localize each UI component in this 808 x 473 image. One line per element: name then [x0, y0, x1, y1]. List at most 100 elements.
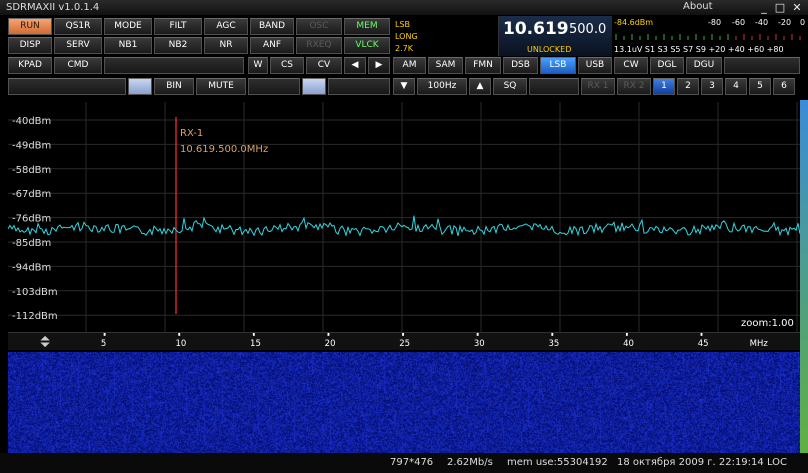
mode-dgu[interactable]: DGU	[686, 57, 722, 74]
rx1-button[interactable]: RX 1	[581, 78, 615, 95]
run-button[interactable]: RUN	[8, 18, 52, 35]
frequency-display[interactable]: 10.619 500.0 UNLOCKED	[498, 16, 612, 56]
nb1-button[interactable]: NB1	[104, 37, 152, 54]
freq-tick-label: 40	[623, 339, 634, 349]
maximize-icon[interactable]: □	[773, 0, 787, 15]
minimize-icon[interactable]: _	[757, 0, 771, 15]
freq-tick-label: 20	[325, 339, 336, 349]
rx-slot-4[interactable]: 4	[725, 78, 747, 95]
rx-slot-5[interactable]: 5	[749, 78, 771, 95]
marker-freq: 10.619.500.0MHz	[180, 144, 268, 155]
cs-button[interactable]: CS	[270, 57, 304, 74]
step-down-icon[interactable]: ▼	[393, 78, 415, 95]
agc-button[interactable]: AGC	[204, 18, 248, 35]
row4-blank3	[328, 78, 390, 95]
row4-blank4	[529, 78, 579, 95]
info-mode: LSB	[395, 20, 411, 29]
freq-tick-mark	[700, 333, 703, 336]
status-datetime: 18 октября 2009 г. 22:19:14 LOC	[617, 457, 788, 468]
mode-fmn[interactable]: FMN	[465, 57, 501, 74]
mode-sam[interactable]: SAM	[428, 57, 463, 74]
bin-button[interactable]: BIN	[154, 78, 194, 95]
smeter-tick: -20	[778, 18, 792, 27]
cmd-button[interactable]: CMD	[54, 57, 102, 74]
dbm-label: -40dBm	[12, 116, 51, 127]
freq-tick-mark	[402, 333, 404, 336]
serv-button[interactable]: SERV	[54, 37, 102, 54]
scroll-down-icon[interactable]	[40, 342, 50, 348]
step-size[interactable]: 100Hz	[417, 78, 467, 95]
nr-button[interactable]: NR	[204, 37, 248, 54]
signal-dbm: -84.6dBm	[614, 18, 654, 27]
mem-button[interactable]: MEM	[344, 18, 390, 35]
blank-slot	[104, 57, 244, 74]
status-bar: 797*476 2.62Mb/s mem use:55304192 18 окт…	[0, 453, 808, 473]
rx2-button[interactable]: RX 2	[617, 78, 651, 95]
status-rate: 2.62Mb/s	[447, 457, 493, 468]
mode-am[interactable]: AM	[393, 57, 426, 74]
freq-tick-mark	[327, 333, 330, 336]
rxeq-button[interactable]: RXEQ	[296, 37, 342, 54]
rx-slot-2[interactable]: 2	[677, 78, 699, 95]
mode-usb[interactable]: USB	[578, 57, 612, 74]
freq-tick-label: 15	[250, 339, 261, 349]
window-title: SDRMAXII v1.0.1.4	[6, 2, 100, 13]
next-icon[interactable]: ▶	[368, 57, 390, 74]
smeter-tick: -80	[708, 18, 722, 27]
qs1r-button[interactable]: QS1R	[54, 18, 102, 35]
filt-button[interactable]: FILT	[154, 18, 202, 35]
freq-tick-mark	[625, 333, 628, 336]
kpad-button[interactable]: KPAD	[8, 57, 52, 74]
frequency-axis: 5 10 15 20 25 30 35 40 45 MHz	[8, 332, 800, 350]
sq-button[interactable]: SQ	[493, 78, 527, 95]
rx-slot-6[interactable]: 6	[773, 78, 795, 95]
anf-button[interactable]: ANF	[250, 37, 294, 54]
axis-unit: MHz	[750, 339, 769, 349]
mode-button[interactable]: MODE	[104, 18, 152, 35]
smeter-tick: -60	[732, 18, 746, 27]
close-icon[interactable]: ✕	[790, 0, 804, 15]
w-button[interactable]: W	[248, 57, 268, 74]
smeter-bar	[615, 34, 801, 40]
freq-tick-label: 45	[698, 339, 709, 349]
freq-tick-mark	[178, 333, 181, 336]
about-link[interactable]: About	[683, 1, 713, 12]
dbm-label: -67dBm	[12, 189, 51, 200]
prev-icon[interactable]: ◀	[344, 57, 366, 74]
mute-button[interactable]: MUTE	[196, 78, 246, 95]
spectrum-display[interactable]: -40dBm -49dBm -58dBm -67dBm -76dBm -85dBm -94d…	[8, 102, 800, 332]
freq-sub: 500.0	[569, 22, 607, 37]
cv-button[interactable]: CV	[306, 57, 342, 74]
mode-info: LSB LONG 2.7K	[392, 16, 496, 56]
waterfall-display[interactable]	[8, 352, 800, 454]
title-bar: SDRMAXII v1.0.1.4 About _ □ ✕	[0, 0, 808, 16]
spectrum-trace	[8, 215, 800, 237]
mode-blank	[724, 57, 800, 74]
dbm-label: -58dBm	[12, 165, 51, 176]
info-filter: 2.7K	[395, 44, 413, 53]
zoom-label: zoom:1.00	[741, 318, 794, 329]
smeter-tick: -40	[755, 18, 769, 27]
scroll-up-icon[interactable]	[40, 335, 50, 341]
disp-button[interactable]: DISP	[8, 37, 52, 54]
step-up-icon[interactable]: ▲	[469, 78, 491, 95]
freq-tick-label: 25	[399, 339, 410, 349]
left-edge	[0, 100, 8, 453]
rx-slot-1[interactable]: 1	[653, 78, 675, 95]
dbm-label: -103dBm	[12, 287, 58, 298]
rx-slot-3[interactable]: 3	[701, 78, 723, 95]
desktop-edge	[800, 100, 808, 453]
mode-dsb[interactable]: DSB	[503, 57, 538, 74]
dbm-label: -94dBm	[12, 262, 51, 273]
band-button[interactable]: BAND	[250, 18, 294, 35]
mode-cw[interactable]: CW	[614, 57, 648, 74]
osc-button[interactable]: OSC	[296, 18, 342, 35]
vlck-button[interactable]: VLCK	[344, 37, 390, 54]
status-resolution: 797*476	[390, 457, 434, 468]
mode-dgl[interactable]: DGL	[650, 57, 684, 74]
left-toggle[interactable]	[128, 78, 152, 95]
mode-lsb[interactable]: LSB	[540, 57, 576, 74]
freq-tick-mark	[476, 333, 479, 336]
right-toggle[interactable]	[302, 78, 326, 95]
nb2-button[interactable]: NB2	[154, 37, 202, 54]
